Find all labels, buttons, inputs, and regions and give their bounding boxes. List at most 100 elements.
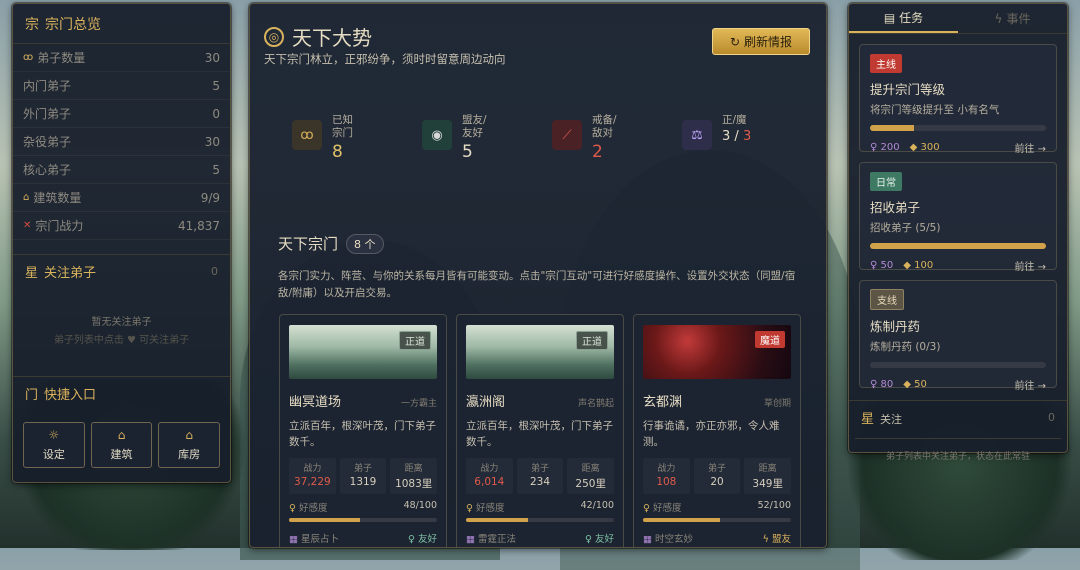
- favor-label: 好感度: [476, 503, 505, 514]
- stat-row: ✕ 宗门战力 41,837: [13, 212, 230, 240]
- world-stat: ⟋ 戒备/ 敌对 2: [552, 114, 682, 162]
- go-button[interactable]: 前往 →: [1014, 377, 1046, 392]
- sect-name-row: 瀛洲阁 声名鹊起: [466, 391, 614, 410]
- scroll-icon: ▤: [883, 10, 896, 25]
- storehouse-button[interactable]: ⌂ 库房: [158, 422, 221, 468]
- tasks-panel: ▤ 任务 ϟ 事件 主线 提升宗门等级 将宗门等级提升至 小有名气 ♀ 200 ◆ …: [848, 3, 1068, 462]
- sect-overview-title: 宗门总览: [45, 16, 101, 33]
- alignment-tag: 魔道: [755, 331, 785, 348]
- right-follow-header: 星关注 0: [849, 400, 1067, 434]
- stat-row: ꝏ 弟子数量 30: [13, 44, 230, 72]
- sect-list-title: 天下宗门: [278, 235, 339, 253]
- go-button[interactable]: 前往 →: [1014, 140, 1046, 155]
- task-list: 主线 提升宗门等级 将宗门等级提升至 小有名气 ♀ 200 ◆ 300 前往 →…: [849, 44, 1067, 392]
- sect-specialty: 雷霆正法: [478, 534, 517, 545]
- favor-value: 48/100: [403, 500, 437, 511]
- sect-list-description: 各宗门实力、阵营、与你的关系每月皆有可能变动。点击"宗门互动"可进行好感度操作、…: [278, 270, 796, 299]
- reward-gold: 100: [914, 260, 934, 271]
- relation-status: 友好: [594, 534, 614, 545]
- stat-label-2: 敌对: [592, 127, 613, 139]
- world-stat: ꝏ 已知 宗门 8: [292, 114, 422, 162]
- world-subtitle: 天下宗门林立，正邪纷争，须时时留意周边动向: [264, 52, 506, 66]
- sect-footer: ▦ 时空玄妙 ϟ 盟友: [643, 531, 791, 545]
- book-icon: ▦: [466, 534, 475, 545]
- stat-value: 41,837: [178, 218, 220, 233]
- sect-overview-panel: 宗 宗门总览 ꝏ 弟子数量 30 内门弟子 5 外门弟子 0 杂役弟子 30 核心…: [12, 3, 231, 483]
- stat-label: 杂役弟子: [23, 135, 72, 149]
- favor-label: 好感度: [299, 503, 328, 514]
- favor-bar: [289, 518, 437, 522]
- stat-value: 0: [212, 106, 220, 121]
- favor-row: ♀ 好感度 48/100: [289, 500, 437, 514]
- relation-status: 盟友: [771, 534, 791, 545]
- go-button[interactable]: 前往 →: [1014, 258, 1046, 273]
- gear-icon: ☼: [48, 428, 60, 442]
- followed-disciples-title: 关注弟子: [44, 266, 97, 281]
- distance-value: 250里: [575, 478, 606, 490]
- settings-button[interactable]: ☼ 设定: [23, 422, 85, 468]
- sect-list-header: 天下宗门 8 个: [278, 233, 384, 254]
- stat-icon: ⚖: [682, 120, 712, 150]
- tab-events[interactable]: ϟ 事件: [958, 4, 1067, 33]
- stat-value-2: 3: [742, 129, 752, 144]
- sect-count-badge: 8 个: [346, 233, 384, 254]
- sect-icon: 宗: [25, 16, 39, 33]
- sect-rank: 草创期: [763, 399, 791, 409]
- sect-card[interactable]: 魔道 玄都渊 草创期 行事诡谲，亦正亦邪，令人难测。 战力 108 弟子 20 距离…: [633, 314, 801, 547]
- tab-tasks-label: 任务: [899, 11, 924, 25]
- tab-events-label: 事件: [1006, 12, 1031, 26]
- stat-row: 杂役弟子 30: [13, 128, 230, 156]
- stat-row: 内门弟子 5: [13, 72, 230, 100]
- task-description: 炼制丹药 (0/3): [870, 341, 941, 353]
- disciples-label: 弟子: [354, 464, 373, 474]
- stat-label: 核心弟子: [23, 163, 72, 177]
- distance-value: 349里: [752, 478, 783, 490]
- sect-specialty: 时空玄妙: [655, 534, 694, 545]
- distance-value: 1083里: [395, 478, 433, 490]
- globe-icon: ◎: [264, 26, 284, 47]
- stat-row: 外门弟子 0: [13, 100, 230, 128]
- stat-label: 建筑数量: [33, 191, 82, 205]
- disciples-label: 弟子: [708, 464, 727, 474]
- refresh-label: 刷新情报: [744, 35, 793, 49]
- gate-icon: 门: [25, 388, 39, 403]
- task-name: 招收弟子: [870, 200, 921, 215]
- sect-card[interactable]: 正道 瀛洲阁 声名鹊起 立派百年，根深叶茂，门下弟子数千。 战力 6,014 弟子…: [456, 314, 624, 547]
- stat-label: 戒备/: [592, 114, 617, 126]
- disciples-value: 1319: [349, 476, 377, 488]
- lightning-icon: ϟ: [994, 11, 1003, 26]
- refresh-intel-button[interactable]: ↻ 刷新情报: [712, 28, 810, 55]
- world-stat: ◉ 盟友/ 友好 5: [422, 114, 552, 162]
- stat-row: 核心弟子 5: [13, 156, 230, 184]
- task-rewards: ♀ 50 ◆ 100 前往 →: [870, 258, 1046, 273]
- sect-card[interactable]: 正道 幽冥道场 一方霸主 立派百年，根深叶茂，门下弟子数千。 战力 37,229 …: [279, 314, 447, 547]
- followed-count: 0: [211, 265, 218, 278]
- task-card: 支线 炼制丹药 炼制丹药 (0/3) ♀ 80 ◆ 50 前往 →: [859, 280, 1057, 392]
- quick-access-buttons: ☼ 设定 ⌂ 建筑 ⌂ 库房: [13, 422, 230, 468]
- task-type-tag: 支线: [870, 289, 904, 310]
- gem-icon: ◆: [903, 260, 911, 271]
- power-label: 战力: [657, 464, 676, 474]
- favor-value: 52/100: [757, 500, 791, 511]
- favor-bar-fill: [466, 518, 529, 522]
- sect-image: 魔道: [643, 325, 791, 379]
- alignment-tag: 正道: [576, 331, 608, 350]
- power-label: 战力: [480, 464, 499, 474]
- storehouse-label: 库房: [178, 448, 201, 461]
- stat-value: 5: [212, 162, 220, 177]
- favor-row: ♀ 好感度 52/100: [643, 500, 791, 514]
- star-icon: 星: [861, 412, 875, 427]
- sect-footer: ▦ 雷霆正法 ♀ 友好: [466, 531, 614, 545]
- gem-icon: ◆: [909, 142, 918, 153]
- sect-name-row: 幽冥道场 一方霸主: [289, 391, 437, 410]
- world-situation-panel: ◎ 天下大势 天下宗门林立，正邪纷争，须时时留意周边动向 ↻ 刷新情报 ꝏ 已知…: [249, 3, 827, 548]
- stat-value: 2: [592, 142, 603, 162]
- merit-icon: ♀: [870, 142, 878, 153]
- task-card: 主线 提升宗门等级 将宗门等级提升至 小有名气 ♀ 200 ◆ 300 前往 →: [859, 44, 1057, 155]
- buildings-button[interactable]: ⌂ 建筑: [90, 422, 153, 468]
- task-progress-bar: [870, 362, 1046, 368]
- task-type-tag: 日常: [870, 172, 902, 191]
- tab-tasks[interactable]: ▤ 任务: [849, 4, 958, 33]
- favor-label: 好感度: [653, 503, 682, 514]
- right-follow-note: 弟子列表中关注弟子，状态在此常驻: [855, 438, 1061, 462]
